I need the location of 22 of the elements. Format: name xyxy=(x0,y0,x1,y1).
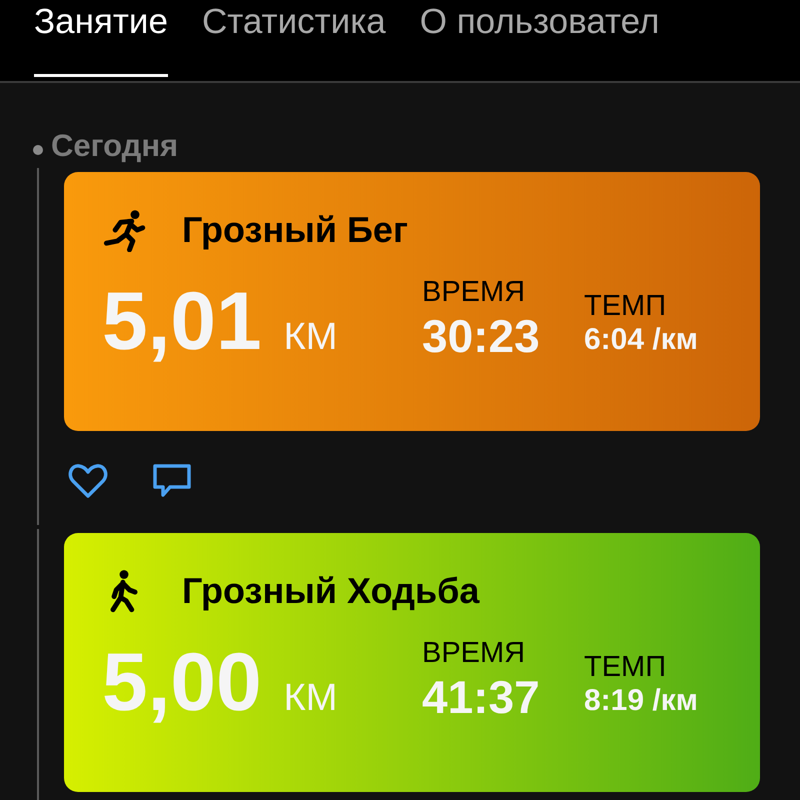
runner-icon xyxy=(102,208,146,252)
pace-value: 6:04 /км xyxy=(584,323,698,358)
activity-title: Грозный Ходьба xyxy=(182,570,480,612)
pace-label: ТЕМП xyxy=(584,290,668,323)
distance-value: 5,00 xyxy=(102,642,262,724)
time-value: 30:23 xyxy=(422,309,541,363)
pace-value: 8:19 /км xyxy=(584,684,698,719)
heart-icon[interactable] xyxy=(68,463,108,499)
tab[interactable]: Статистика xyxy=(202,0,386,77)
distance-unit: КМ xyxy=(284,316,338,359)
time-label: ВРЕМЯ xyxy=(422,637,526,670)
distance-value: 5,01 xyxy=(102,281,262,363)
timeline-dot xyxy=(33,145,43,155)
distance-unit: КМ xyxy=(284,677,338,720)
activity-title: Грозный Бег xyxy=(182,209,408,251)
time-value: 41:37 xyxy=(422,670,541,724)
tab[interactable]: О пользовател xyxy=(420,0,660,77)
day-heading: Сегодня xyxy=(51,128,178,164)
comment-icon[interactable] xyxy=(152,463,192,499)
pace-label: ТЕМП xyxy=(584,651,668,684)
time-label: ВРЕМЯ xyxy=(422,276,526,309)
tab[interactable]: Занятие xyxy=(34,0,168,77)
